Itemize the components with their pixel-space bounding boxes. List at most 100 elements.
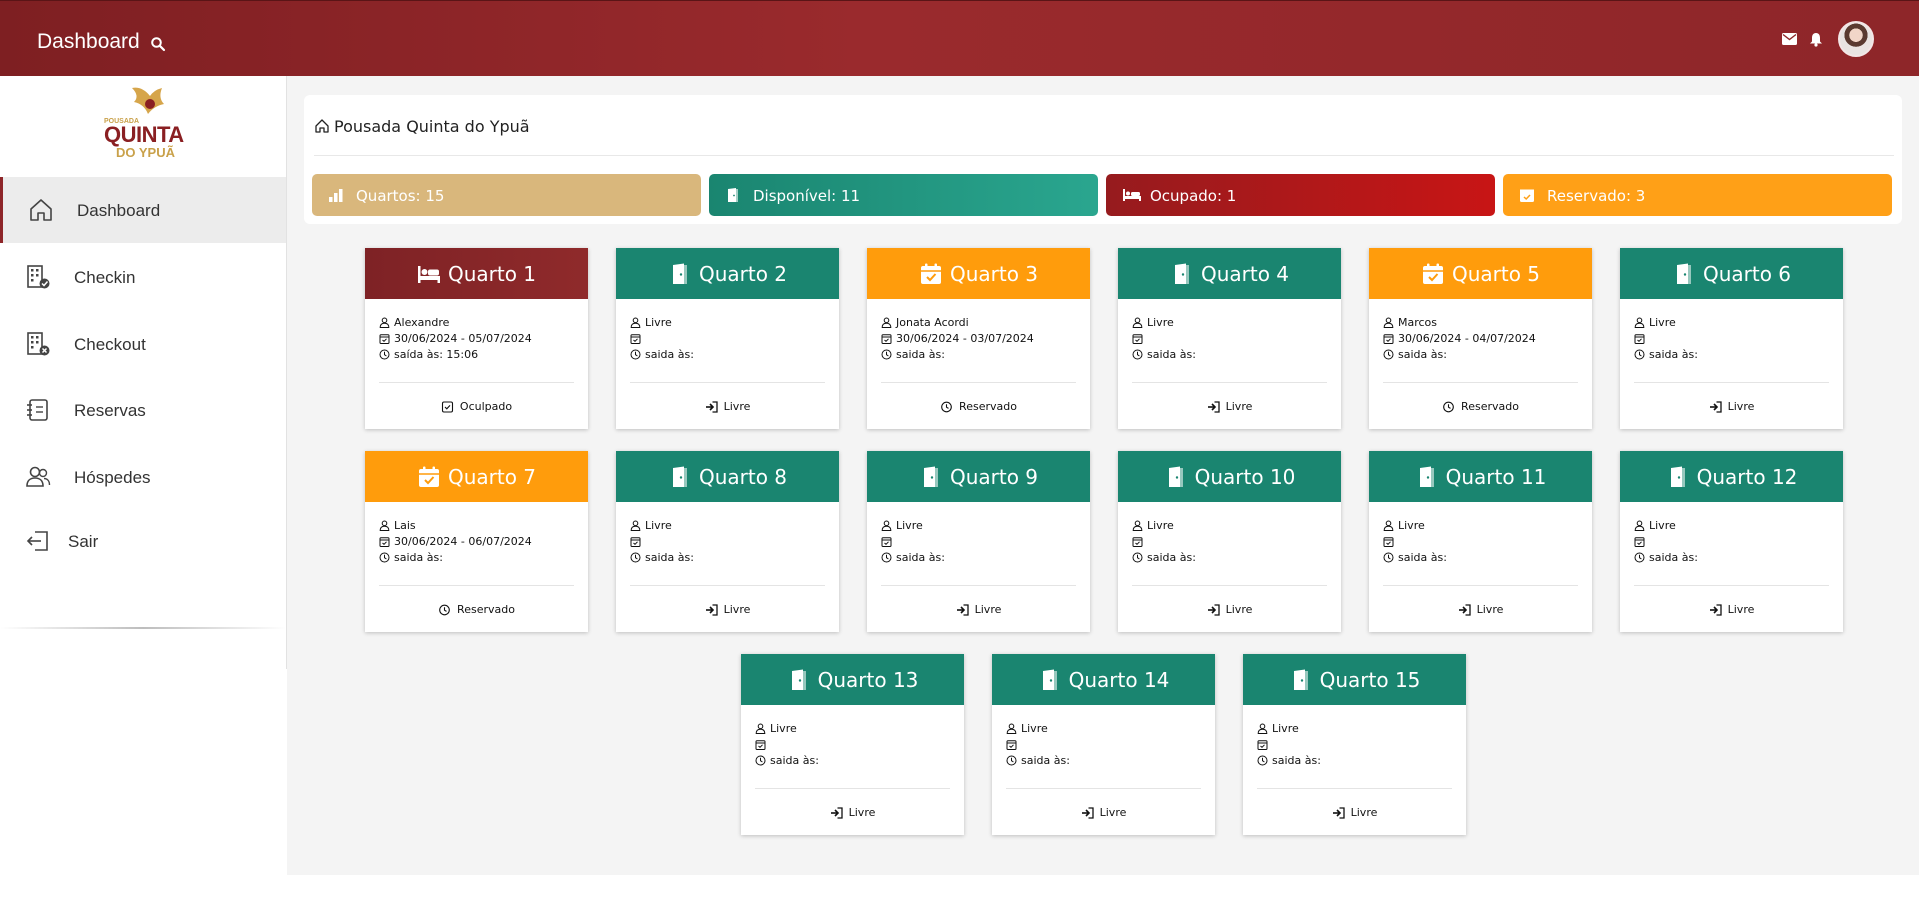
room-header[interactable]: Quarto 3 [867,248,1090,299]
sidebar-item-dashboard[interactable]: Dashboard [0,177,286,243]
room-guest-name: Livre [1272,721,1299,735]
sign-in-icon [1081,806,1094,819]
room-guest-name: Livre [1649,315,1676,329]
clock-icon [1132,349,1143,359]
sidebar-item-label: Checkout [74,335,146,354]
user-icon [630,317,641,328]
user-icon [1634,520,1645,531]
room-status-label: Oculpado [459,400,513,413]
sidebar-item-checkin[interactable]: Checkin [0,244,286,310]
sidebar-item-checkout[interactable]: Checkout [0,311,286,377]
room-header[interactable]: Quarto 12 [1620,451,1843,502]
room-header[interactable]: Quarto 6 [1620,248,1843,299]
room-dates: 30/06/2024 - 06/07/2024 [379,534,532,548]
room-header[interactable]: Quarto 4 [1118,248,1341,299]
room-status-button[interactable]: Livre [867,603,1090,616]
room-card[interactable]: Quarto 15 Livre saida às: Livre [1243,654,1466,835]
room-title: Quarto 14 [1068,667,1170,692]
room-status-button[interactable]: Livre [741,806,964,819]
user-icon [1006,723,1017,734]
room-status-button[interactable]: Livre [1620,603,1843,616]
bar-chart-icon [329,189,343,202]
room-status-button[interactable]: Livre [1620,400,1843,413]
room-title: Quarto 15 [1319,667,1421,692]
room-card[interactable]: Quarto 9 Livre saida às: Livre [867,451,1090,632]
room-card[interactable]: Quarto 8 Livre saida às: Livre [616,451,839,632]
room-status-label: Livre [1225,603,1253,616]
room-header[interactable]: Quarto 5 [1369,248,1592,299]
home-icon [30,199,52,221]
room-guest: Livre [1006,721,1048,735]
room-status-button[interactable]: Livre [1118,603,1341,616]
room-status-button[interactable]: Reservado [365,603,588,616]
room-checkout-text: saida às: [896,550,945,564]
room-status-button[interactable]: Livre [992,806,1215,819]
room-guest-name: Livre [1398,518,1425,532]
room-guest: Livre [1257,721,1299,735]
door-icon [1419,466,1434,487]
room-card[interactable]: Quarto 6 Livre saida às: Livre [1620,248,1843,429]
stat-label: Quartos: 15 [356,187,445,205]
room-checkout-text: saida às: [770,753,819,767]
room-status-button[interactable]: Livre [616,603,839,616]
sidebar-item-sair[interactable]: Sair [0,508,286,574]
sidebar-item-hospedes[interactable]: Hóspedes [0,444,286,510]
mail-icon[interactable] [1782,33,1797,45]
room-guest: Livre [630,315,672,329]
stat-disponivel: Disponível: 11 [709,174,1098,216]
room-card[interactable]: Quarto 3 Jonata Acordi 30/06/2024 - 03/07/… [867,248,1090,429]
room-header[interactable]: Quarto 7 [365,451,588,502]
room-card[interactable]: Quarto 2 Livre saida às: Livre [616,248,839,429]
room-status-button[interactable]: Oculpado [365,400,588,413]
stat-label: Reservado: 3 [1547,187,1646,205]
calendar-check-icon [920,263,941,284]
room-status-button[interactable]: Livre [1243,806,1466,819]
room-guest-name: Livre [645,518,672,532]
room-card[interactable]: Quarto 4 Livre saida às: Livre [1118,248,1341,429]
room-header[interactable]: Quarto 8 [616,451,839,502]
room-title: Quarto 2 [698,261,788,286]
room-header[interactable]: Quarto 2 [616,248,839,299]
room-header[interactable]: Quarto 1 [365,248,588,299]
room-status-button[interactable]: Livre [1118,400,1341,413]
room-checkout-text: saida às: [645,550,694,564]
room-card[interactable]: Quarto 10 Livre saida às: Livre [1118,451,1341,632]
room-status-button[interactable]: Reservado [867,400,1090,413]
user-avatar[interactable] [1838,21,1874,57]
room-header[interactable]: Quarto 11 [1369,451,1592,502]
stat-label: Ocupado: 1 [1150,187,1237,205]
room-card[interactable]: Quarto 12 Livre saida às: Livre [1620,451,1843,632]
room-header[interactable]: Quarto 15 [1243,654,1466,705]
door-icon [1670,466,1685,487]
room-guest-name: Livre [1021,721,1048,735]
room-status-button[interactable]: Livre [1369,603,1592,616]
room-card[interactable]: Quarto 5 Marcos 30/06/2024 - 04/07/2024 sai… [1369,248,1592,429]
room-status-button[interactable]: Reservado [1369,400,1592,413]
room-checkout-text: saida às: [1021,753,1070,767]
logo: POUSADA QUINTA DO YPUÃ [98,84,184,160]
room-status-button[interactable]: Livre [616,400,839,413]
room-header[interactable]: Quarto 10 [1118,451,1341,502]
room-header[interactable]: Quarto 9 [867,451,1090,502]
search-icon[interactable] [150,36,166,52]
calendar-check-icon [1383,333,1394,344]
divider [1132,585,1327,586]
room-guest: Livre [1132,518,1174,532]
room-card[interactable]: Quarto 14 Livre saida às: Livre [992,654,1215,835]
room-dates [1634,534,1649,548]
user-icon [1383,317,1394,328]
room-status-label: Livre [723,603,751,616]
bell-icon[interactable] [1809,32,1823,47]
room-card[interactable]: Quarto 7 Lais 30/06/2024 - 06/07/2024 saida… [365,451,588,632]
sidebar-item-reservas[interactable]: Reservas [0,377,286,443]
room-status-label: Livre [848,806,876,819]
room-header[interactable]: Quarto 14 [992,654,1215,705]
room-card[interactable]: Quarto 11 Livre saida às: Livre [1369,451,1592,632]
room-card[interactable]: Quarto 13 Livre saida às: Livre [741,654,964,835]
divider [1383,585,1578,586]
room-header[interactable]: Quarto 13 [741,654,964,705]
user-icon [755,723,766,734]
room-dates [1383,534,1398,548]
room-card[interactable]: Quarto 1 Alexandre 30/06/2024 - 05/07/2024… [365,248,588,429]
room-dates [630,331,645,345]
